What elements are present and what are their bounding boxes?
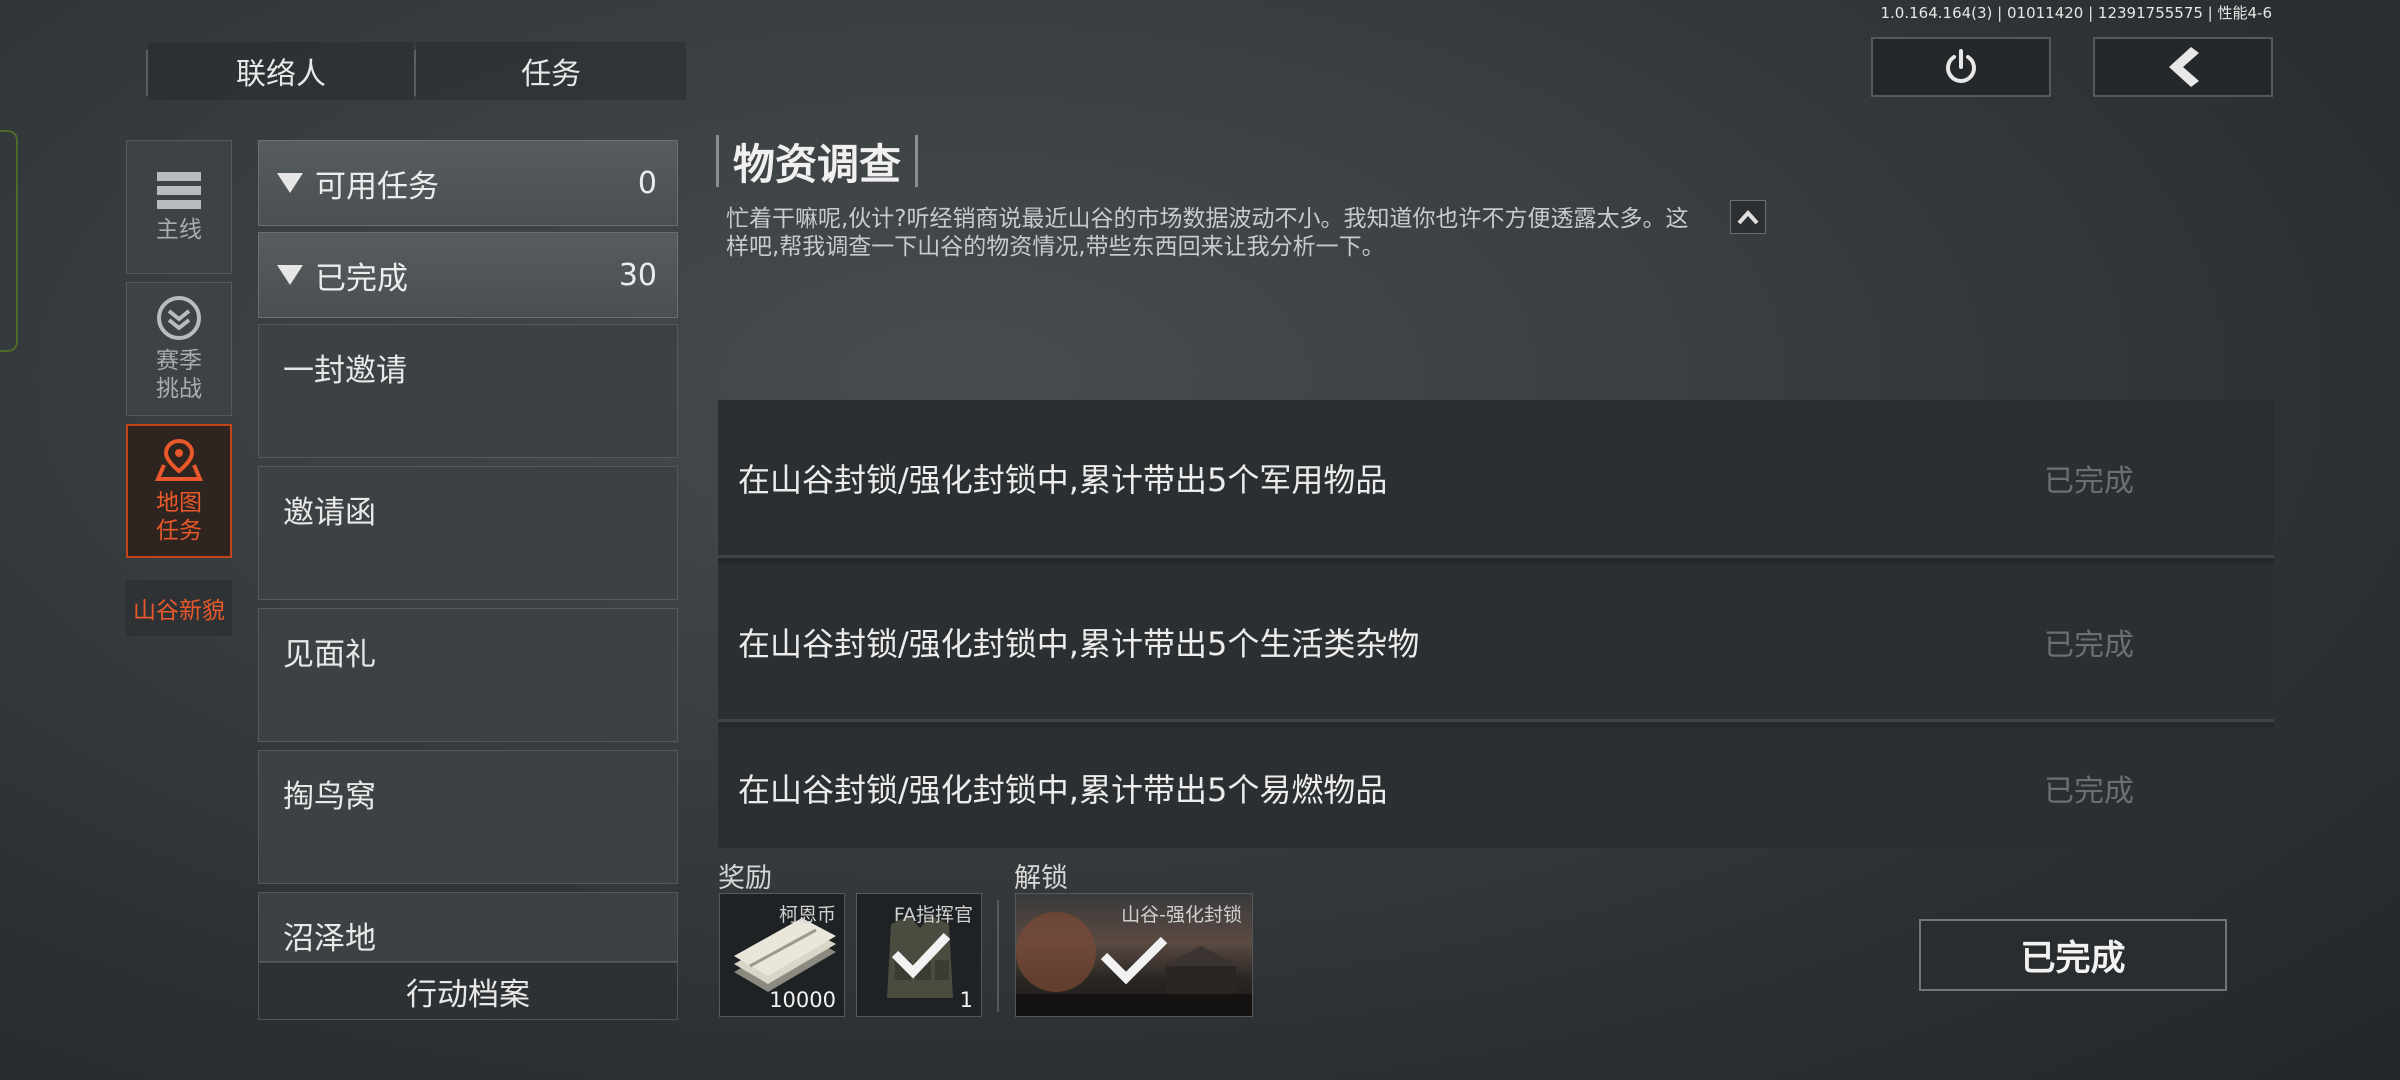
- power-button[interactable]: [1871, 37, 2051, 97]
- category-main[interactable]: 主线: [126, 140, 232, 274]
- tab-tasks[interactable]: 任务: [416, 42, 686, 100]
- group-available[interactable]: 可用任务 0: [258, 140, 678, 226]
- list-icon: [157, 172, 201, 209]
- sub-category-valley[interactable]: 山谷新貌: [126, 580, 232, 636]
- rewards-label: 奖励: [718, 863, 772, 894]
- complete-button[interactable]: 已完成: [1919, 919, 2227, 991]
- group-count: 30: [618, 257, 657, 293]
- reward-item-vest[interactable]: FA指挥官 1: [856, 893, 982, 1017]
- list-item[interactable]: 邀请函: [258, 466, 678, 600]
- objective-row: 在山谷封锁/强化封锁中,累计带出5个军用物品 已完成: [718, 400, 2274, 558]
- reward-divider: [997, 900, 999, 1012]
- quest-description: 忙着干嘛呢,伙计?听经销商说最近山谷的市场数据波动不小。我知道你也许不方便透露太…: [726, 206, 1689, 260]
- reward-label: FA指挥官: [893, 904, 973, 926]
- back-button[interactable]: [2093, 37, 2273, 97]
- unlock-map-card[interactable]: 山谷-强化封锁: [1015, 893, 1253, 1017]
- objective-text: 在山谷封锁/强化封锁中,累计带出5个军用物品: [738, 460, 1388, 499]
- version-info: 1.0.164.164(3) | 01011420 | 12391755575 …: [1880, 4, 2273, 22]
- objective-row: 在山谷封锁/强化封锁中,累计带出5个易燃物品 已完成: [718, 728, 2274, 848]
- category-season[interactable]: 赛季 挑战: [126, 282, 232, 416]
- category-map[interactable]: 地图 任务: [126, 424, 232, 558]
- chevron-left-icon: [2169, 47, 2199, 87]
- group-label: 已完成: [315, 260, 408, 297]
- quest-title: 物资调查: [733, 139, 902, 189]
- archive-button[interactable]: 行动档案: [258, 962, 678, 1020]
- tab-contacts[interactable]: 联络人: [148, 42, 414, 100]
- objective-status: 已完成: [2044, 774, 2134, 809]
- group-label: 可用任务: [315, 168, 439, 205]
- power-icon: [1946, 49, 1976, 83]
- chevron-up-icon: [1737, 210, 1759, 225]
- reward-item-currency[interactable]: 柯恩币 10000: [719, 893, 845, 1017]
- objective-text: 在山谷封锁/强化封锁中,累计带出5个易燃物品: [738, 771, 1388, 809]
- triangle-down-icon: [277, 265, 303, 285]
- unlock-label-text: 山谷-强化封锁: [1121, 904, 1242, 926]
- triangle-down-icon: [277, 173, 303, 193]
- category-main-label: 主线: [156, 217, 202, 243]
- list-item[interactable]: 掏鸟窝: [258, 750, 678, 884]
- map-pin-icon: [154, 438, 204, 481]
- reward-label: 柯恩币: [778, 904, 836, 926]
- list-item[interactable]: 一封邀请: [258, 324, 678, 458]
- category-map-label: 地图 任务: [156, 490, 202, 544]
- list-item[interactable]: 见面礼: [258, 608, 678, 742]
- unlock-label: 解锁: [1014, 863, 1068, 894]
- objective-text: 在山谷封锁/强化封锁中,累计带出5个生活类杂物: [738, 624, 1420, 663]
- quest-title-frame: 物资调查: [716, 135, 919, 189]
- objective-status: 已完成: [2044, 463, 2134, 499]
- collapse-button[interactable]: [1730, 200, 1766, 234]
- group-count: 0: [637, 165, 657, 201]
- objective-row: 在山谷封锁/强化封锁中,累计带出5个生活类杂物 已完成: [718, 564, 2274, 722]
- group-completed[interactable]: 已完成 30: [258, 232, 678, 318]
- chevron-badge-icon: [157, 296, 201, 340]
- list-item[interactable]: 沼泽地: [258, 892, 678, 962]
- reward-count: 10000: [769, 988, 836, 1012]
- side-drawer-handle[interactable]: [0, 130, 18, 352]
- objective-status: 已完成: [2044, 627, 2134, 663]
- category-season-label: 赛季 挑战: [156, 348, 202, 402]
- reward-count: 1: [959, 988, 973, 1012]
